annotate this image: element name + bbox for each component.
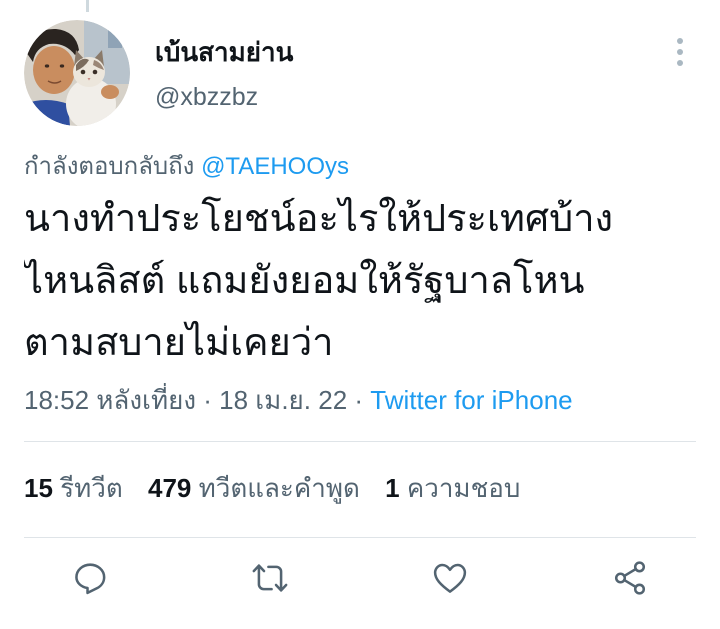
replying-to-label: กำลังตอบกลับถึง — [24, 153, 195, 180]
retweet-icon — [252, 564, 288, 592]
reply-icon — [75, 563, 106, 595]
like-button[interactable] — [422, 550, 478, 606]
meta-separator: · — [203, 385, 212, 415]
likes-stat[interactable]: 1 ความชอบ — [385, 473, 520, 503]
retweets-stat[interactable]: 15 รีทวีต — [24, 473, 130, 503]
tweet-text-line: ไหนลิสต์ แถมยังยอมให้รัฐบาลโหน — [24, 260, 585, 302]
engagement-stats: 15 รีทวีต 479 ทวีตและคำพูด 1 ความชอบ — [24, 471, 696, 505]
tweet-text-line: นางทำประโยชน์อะไรให้ประเทศบ้าง — [24, 198, 614, 240]
more-options-button[interactable] — [664, 32, 696, 72]
author-display-name[interactable]: เบ้นสามย่าน — [155, 35, 635, 69]
divider — [24, 537, 696, 538]
like-icon — [433, 563, 467, 593]
tweet-text: นางทำประโยชน์อะไรให้ประเทศบ้าง ไหนลิสต์ … — [24, 188, 704, 374]
quote-tweet-count: 479 — [147, 473, 192, 503]
quote-tweet-label: ทวีตและคำพูด — [198, 473, 360, 503]
meta-separator: · — [354, 385, 364, 415]
share-icon — [614, 561, 646, 595]
tweet-meta: 18:52 หลังเที่ยง · 18 เม.ย. 22 · Twitter… — [24, 383, 696, 417]
retweet-count: 15 — [24, 473, 53, 503]
divider — [24, 441, 696, 442]
tweet-text-line: ตามสบายไม่เคยว่า — [24, 322, 334, 364]
tweet-date: 18 เม.ย. 22 — [219, 385, 348, 415]
quote-tweets-stat[interactable]: 479 ทวีตและคำพูด — [148, 473, 367, 503]
share-button[interactable] — [602, 550, 658, 606]
retweet-button[interactable] — [242, 550, 298, 606]
replying-to-mention-link[interactable]: @TAEHOOys — [201, 153, 349, 180]
tweet-time: 18:52 หลังเที่ยง — [24, 385, 197, 415]
more-vertical-icon — [677, 38, 683, 66]
like-count: 1 — [385, 473, 400, 503]
retweet-label: รีทวีต — [60, 473, 123, 503]
like-label: ความชอบ — [406, 473, 521, 503]
replying-to: กำลังตอบกลับถึง @TAEHOOys — [24, 150, 696, 184]
tweet-source-link[interactable]: Twitter for iPhone — [370, 385, 572, 415]
avatar[interactable] — [24, 20, 130, 126]
thread-connector-line — [86, 0, 89, 12]
avatar-photo — [24, 20, 130, 126]
author-handle[interactable]: @xbzzbz — [155, 81, 635, 113]
reply-button[interactable] — [63, 550, 119, 606]
